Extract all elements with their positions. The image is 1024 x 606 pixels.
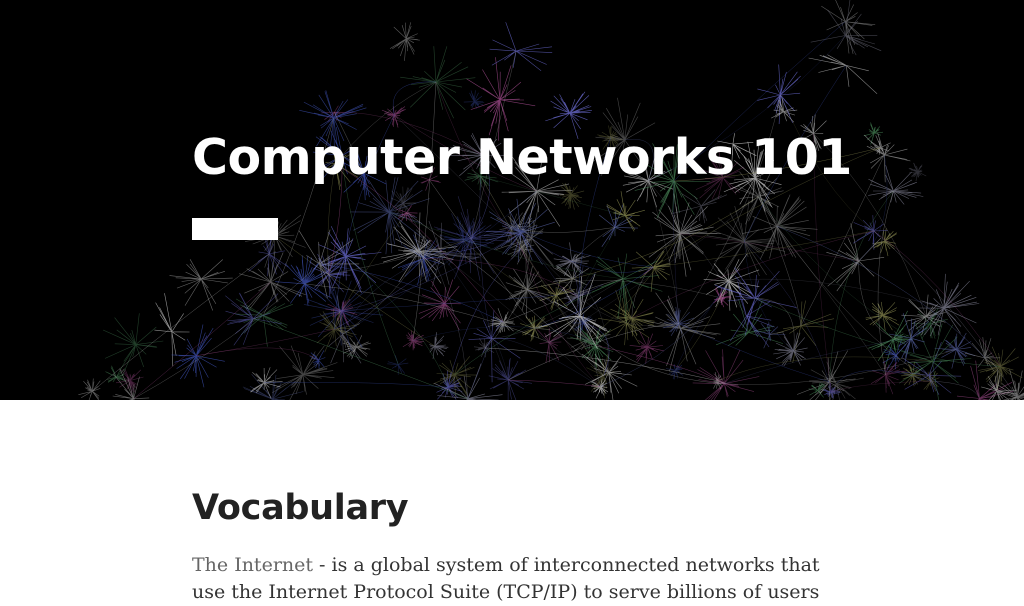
vocab-entry-internet: The Internet - is a global system of int… [192, 552, 832, 606]
network-hub [489, 22, 553, 72]
section-heading-vocabulary: Vocabulary [192, 488, 409, 528]
network-link [724, 339, 900, 384]
network-hub [853, 215, 888, 250]
network-hub [239, 251, 307, 310]
network-link [508, 379, 601, 387]
network-hub [581, 353, 638, 400]
network-link [829, 190, 894, 383]
network-hub [389, 22, 420, 61]
network-hub [102, 313, 164, 376]
main-content: Vocabulary The Internet - is a global sy… [192, 400, 832, 606]
network-hub [171, 324, 225, 388]
network-hub [821, 0, 876, 54]
network-hub [169, 259, 233, 311]
network-hub [505, 266, 550, 319]
network-hub [381, 105, 406, 128]
page-title: Computer Networks 101 [192, 129, 852, 186]
network-hub [692, 349, 760, 400]
title-underline-bar [192, 218, 278, 240]
network-hub [570, 326, 614, 369]
network-hub [242, 374, 304, 400]
network-link [858, 260, 900, 340]
term-link-internet[interactable]: The Internet [192, 554, 313, 576]
network-hub [643, 292, 721, 372]
network-hub [78, 378, 101, 400]
network-link [253, 318, 468, 399]
network-link [440, 253, 509, 381]
hero-inner: Computer Networks 101 [192, 128, 852, 240]
network-link [196, 347, 319, 361]
network-hub [418, 279, 461, 331]
network-hub [591, 253, 663, 323]
network-link [133, 263, 320, 399]
network-hub [387, 355, 409, 375]
network-hub [915, 273, 980, 337]
network-link [340, 232, 522, 312]
network-hub [934, 332, 976, 369]
network-hub [864, 132, 911, 183]
network-hub [250, 367, 283, 399]
network-hub [870, 360, 907, 395]
network-hub [754, 322, 786, 349]
network-hub [629, 330, 665, 364]
network-hub [808, 54, 878, 95]
network-hub [400, 46, 476, 119]
hero-banner: Computer Networks 101 [0, 0, 1024, 400]
network-link [345, 256, 449, 388]
network-hub [520, 315, 551, 342]
network-hub [865, 301, 900, 331]
network-link [264, 382, 448, 388]
term-separator: - [313, 554, 332, 576]
